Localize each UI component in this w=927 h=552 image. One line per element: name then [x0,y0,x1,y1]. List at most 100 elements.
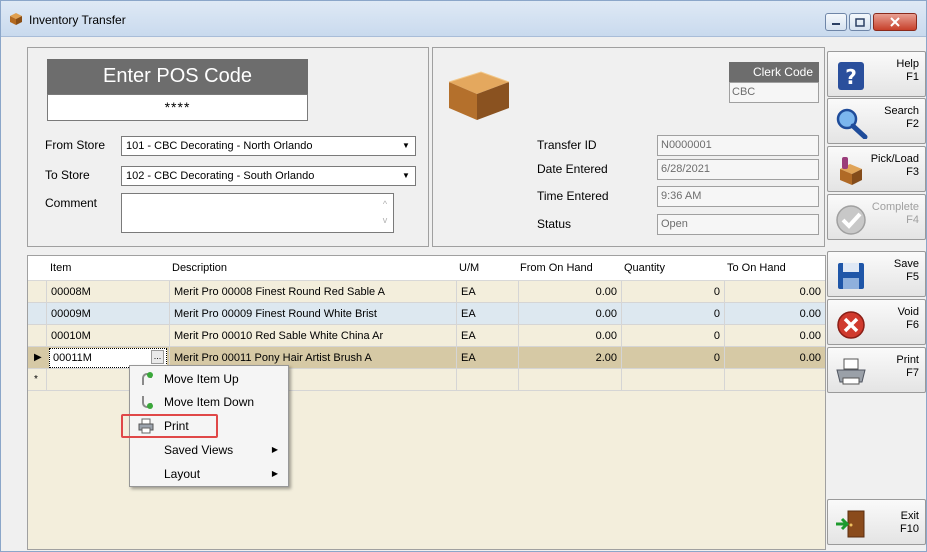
pick-load-icon [840,157,862,185]
quantity-cell[interactable] [621,369,724,391]
grid-header: Item Description U/M From On Hand Quanti… [28,256,825,281]
maximize-button[interactable] [849,13,871,31]
search-label: Search F2 [884,105,919,130]
to-on-hand-cell[interactable]: 0.00 [724,303,825,325]
to-store-label: To Store [45,168,90,182]
exit-door-icon [836,510,865,538]
column-header-quantity[interactable]: Quantity [624,262,665,274]
to-store-select[interactable]: 102 - CBC Decorating - South Orlando ▼ [121,166,416,186]
to-on-hand-cell[interactable]: 0.00 [724,281,825,303]
close-button[interactable] [873,13,917,31]
pos-code-input[interactable]: **** [47,94,308,121]
chevron-down-icon[interactable]: ▼ [399,169,413,183]
minimize-icon [832,23,840,25]
clerk-code-input[interactable]: CBC [729,82,819,103]
pick-load-label: Pick/Load F3 [870,153,919,178]
complete-button[interactable]: Complete F4 [827,194,926,240]
from-on-hand-cell[interactable] [518,369,621,391]
exit-button[interactable]: Exit F10 [827,499,926,545]
table-row[interactable]: 00009M Merit Pro 00009 Finest Round Whit… [28,303,825,325]
check-icon [836,205,866,235]
current-row-indicator: ▶ [34,352,42,363]
to-on-hand-cell[interactable] [724,369,825,391]
floppy-icon [838,263,864,289]
status-label: Status [537,217,572,231]
print-highlight-annotation [121,414,218,438]
transfer-id-field: N0000001 [657,135,819,156]
status-field: Open [657,214,819,235]
pos-code-header: Enter POS Code [47,59,308,94]
move-up-icon [142,372,153,385]
transfer-id-label: Transfer ID [537,138,597,152]
quantity-cell[interactable]: 0 [621,303,724,325]
exit-label: Exit F10 [900,510,919,535]
from-on-hand-cell[interactable]: 0.00 [518,325,621,347]
search-button[interactable]: Search F2 [827,98,926,144]
to-store-value: 102 - CBC Decorating - South Orlando [126,170,315,182]
to-on-hand-cell[interactable]: 0.00 [724,347,825,369]
help-label: Help F1 [896,58,919,83]
description-cell[interactable]: Merit Pro 00010 Red Sable White China Ar [169,325,456,347]
um-cell[interactable]: EA [456,281,518,303]
from-on-hand-cell[interactable]: 0.00 [518,281,621,303]
table-row[interactable]: 00008M Merit Pro 00008 Finest Round Red … [28,281,825,303]
save-label: Save F5 [893,258,919,283]
transfer-entry-panel: Enter POS Code **** From Store 101 - CBC… [27,47,429,247]
date-entered-label: Date Entered [537,162,608,176]
inventory-transfer-window: Inventory Transfer Enter POS Code **** F… [0,0,927,552]
from-on-hand-cell[interactable]: 2.00 [518,347,621,369]
time-entered-label: Time Entered [537,189,609,203]
minimize-button[interactable] [825,13,847,31]
date-entered-field: 6/28/2021 [657,159,819,180]
svg-text:?: ? [845,65,857,89]
item-cell[interactable]: 00008M [46,281,169,303]
menu-item-move-item-down[interactable]: Move Item Down [132,391,286,413]
save-button[interactable]: Save F5 [827,251,926,297]
box-icon [448,71,510,120]
menu-item-layout[interactable]: Layout ▶ [132,463,286,485]
clerk-code-header: Clerk Code [729,62,819,82]
search-icon [836,108,868,139]
description-cell[interactable]: Merit Pro 00009 Finest Round White Brist [169,303,456,325]
column-header-um[interactable]: U/M [459,262,479,274]
quantity-cell[interactable]: 0 [621,347,724,369]
column-header-item[interactable]: Item [50,262,71,274]
um-cell[interactable]: EA [456,347,518,369]
table-row[interactable]: 00010M Merit Pro 00010 Red Sable White C… [28,325,825,347]
um-cell[interactable]: EA [456,303,518,325]
time-entered-field: 9:36 AM [657,186,819,207]
window-title: Inventory Transfer [29,13,126,27]
column-header-description[interactable]: Description [172,262,227,274]
move-down-icon [142,396,153,409]
void-label: Void F6 [897,306,919,331]
print-button[interactable]: Print F7 [827,347,926,393]
menu-item-saved-views[interactable]: Saved Views ▶ [132,439,286,461]
description-cell[interactable]: Merit Pro 00008 Finest Round Red Sable A [169,281,456,303]
void-button[interactable]: Void F6 [827,299,926,345]
help-button[interactable]: ? Help F1 [827,51,926,97]
comment-field[interactable]: ^ v [121,193,394,233]
from-store-label: From Store [45,138,106,152]
item-lookup-button[interactable]: ... [151,350,164,364]
quantity-cell[interactable]: 0 [621,325,724,347]
chevron-down-icon[interactable]: ▼ [399,139,413,153]
item-cell[interactable]: 00010M [46,325,169,347]
column-header-to-on-hand[interactable]: To On Hand [727,262,786,274]
to-on-hand-cell[interactable]: 0.00 [724,325,825,347]
comment-label: Comment [45,196,98,210]
menu-item-move-item-up[interactable]: Move Item Up [132,368,286,390]
complete-label: Complete F4 [871,201,919,226]
submenu-arrow-icon: ▶ [271,445,278,454]
um-cell[interactable] [456,369,518,391]
from-store-value: 101 - CBC Decorating - North Orlando [126,140,313,152]
item-cell[interactable]: 00009M [46,303,169,325]
pick-load-button[interactable]: Pick/Load F3 [827,146,926,192]
maximize-icon [855,17,865,27]
from-on-hand-cell[interactable]: 0.00 [518,303,621,325]
help-icon: ? [838,62,864,90]
comment-scrollbar[interactable]: ^ v [379,196,391,230]
quantity-cell[interactable]: 0 [621,281,724,303]
column-header-from-on-hand[interactable]: From On Hand [520,262,593,274]
from-store-select[interactable]: 101 - CBC Decorating - North Orlando ▼ [121,136,416,156]
um-cell[interactable]: EA [456,325,518,347]
